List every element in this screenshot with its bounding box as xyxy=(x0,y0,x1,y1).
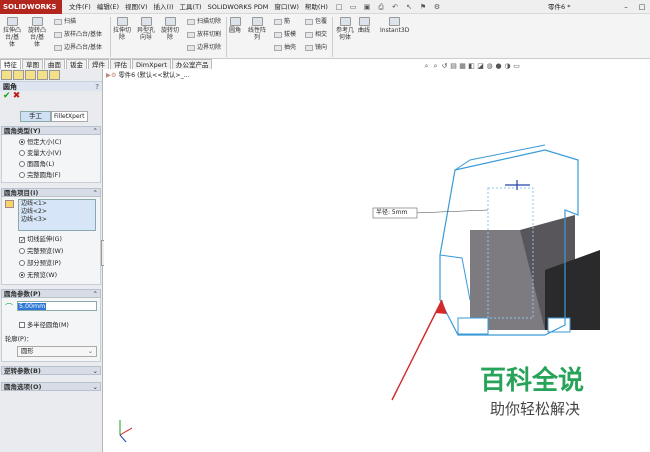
radius-callout-label[interactable]: 半径: 5mm xyxy=(376,209,407,217)
triad-icon xyxy=(119,420,133,443)
part-model xyxy=(439,144,600,336)
watermark-title: 百科全说 xyxy=(480,366,585,396)
annotation-arrow xyxy=(391,299,447,401)
watermark-subtitle: 助你轻松解决 xyxy=(490,400,581,418)
